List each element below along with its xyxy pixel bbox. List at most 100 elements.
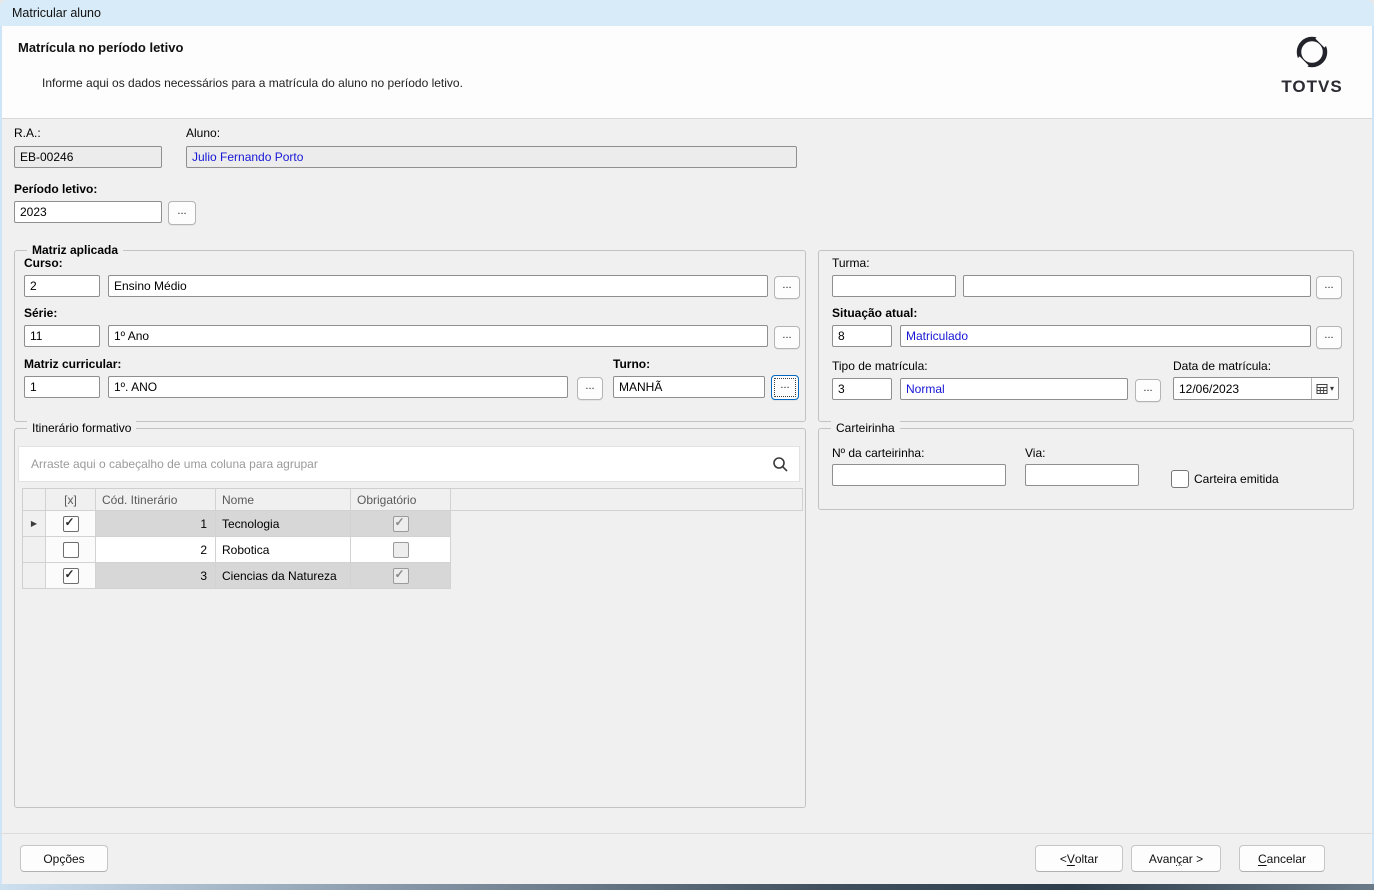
cancelar-button[interactable]: Cancelar <box>1239 845 1325 872</box>
column-header-obrigatorio[interactable]: Obrigatório <box>351 488 451 511</box>
turma-code-field[interactable] <box>832 275 956 297</box>
tipo-code-field[interactable] <box>832 378 892 400</box>
row-select-checkbox[interactable] <box>63 516 79 532</box>
periodo-lookup-button[interactable]: ... <box>168 201 196 225</box>
situacao-lookup-button[interactable]: ... <box>1316 326 1342 349</box>
row-select-checkbox[interactable] <box>63 542 79 558</box>
carteira-emitida-label: Carteira emitida <box>1194 472 1279 486</box>
footer-divider <box>0 833 1374 834</box>
itinerario-groupbox: Itinerário formativo <box>14 428 806 808</box>
voltar-button[interactable]: < Voltar <box>1035 845 1123 872</box>
window-titlebar[interactable]: Matricular aluno <box>0 0 1374 26</box>
obrigatorio-cell <box>351 563 451 589</box>
data-matricula-field[interactable]: 12/06/2023 ▾ <box>1173 377 1339 400</box>
via-label: Via: <box>1025 446 1045 460</box>
itinerario-title: Itinerário formativo <box>27 421 136 435</box>
row-indicator-cell <box>22 563 46 589</box>
matriz-aplicada-title: Matriz aplicada <box>27 243 123 257</box>
situacao-code-field[interactable] <box>832 325 892 347</box>
situacao-label: Situação atual: <box>832 306 917 320</box>
obrigatorio-cell <box>351 511 451 537</box>
search-icon[interactable] <box>772 456 789 473</box>
serie-label: Série: <box>24 306 57 320</box>
table-row[interactable]: 3 Ciencias da Natureza <box>22 563 803 589</box>
turma-lookup-button[interactable]: ... <box>1316 276 1342 299</box>
nome-cell: Robotica <box>216 537 351 563</box>
obrigatorio-cell <box>351 537 451 563</box>
data-matricula-label: Data de matrícula: <box>1173 359 1271 373</box>
dropdown-arrow-icon: ▾ <box>1330 384 1334 393</box>
grid-header-row: [x] Cód. Itinerário Nome Obrigatório <box>22 488 803 511</box>
obrigatorio-checkbox <box>393 568 409 584</box>
calendar-icon <box>1316 383 1328 395</box>
header-band: Matrícula no período letivo Informe aqui… <box>2 26 1372 119</box>
codigo-cell: 3 <box>96 563 216 589</box>
tipo-lookup-button[interactable]: ... <box>1135 379 1161 402</box>
matricular-aluno-window: Matricular aluno Matrícula no período le… <box>0 0 1374 890</box>
totvs-logo: TOTVS <box>1270 34 1354 97</box>
page-subtitle: Informe aqui os dados necessários para a… <box>42 76 463 90</box>
nome-cell: Tecnologia <box>216 511 351 537</box>
row-select-checkbox[interactable] <box>63 568 79 584</box>
serie-lookup-button[interactable]: ... <box>774 326 800 349</box>
grid-header-filler <box>451 488 803 511</box>
window-bottom-edge <box>0 884 1374 890</box>
grid-groupby-bar[interactable]: Arraste aqui o cabeçalho de uma coluna p… <box>18 446 800 482</box>
ra-field[interactable] <box>14 146 162 168</box>
grid-indicator-header <box>22 488 46 511</box>
periodo-letivo-field[interactable] <box>14 201 162 223</box>
curso-code-field[interactable] <box>24 275 100 297</box>
codigo-cell: 2 <box>96 537 216 563</box>
row-indicator-cell <box>22 537 46 563</box>
obrigatorio-checkbox <box>393 542 409 558</box>
row-select-cell <box>46 537 96 563</box>
curso-lookup-button[interactable]: ... <box>774 276 800 299</box>
row-select-cell <box>46 563 96 589</box>
numero-carteirinha-field[interactable] <box>832 464 1006 486</box>
opcoes-button[interactable]: Opções <box>20 845 108 872</box>
column-header-codigo[interactable]: Cód. Itinerário <box>96 488 216 511</box>
codigo-cell: 1 <box>96 511 216 537</box>
ra-label: R.A.: <box>14 126 41 140</box>
totvs-logo-text: TOTVS <box>1270 77 1354 97</box>
matriz-lookup-button[interactable]: ... <box>577 377 603 400</box>
column-header-nome[interactable]: Nome <box>216 488 351 511</box>
turno-field[interactable] <box>613 376 765 398</box>
column-header-sel[interactable]: [x] <box>46 488 96 511</box>
carteirinha-title: Carteirinha <box>831 421 900 435</box>
tipo-matricula-label: Tipo de matrícula: <box>832 359 928 373</box>
row-select-cell <box>46 511 96 537</box>
current-row-arrow-icon: ▶ <box>31 519 37 528</box>
matriz-curricular-label: Matriz curricular: <box>24 357 121 371</box>
table-row[interactable]: ▶ 1 Tecnologia <box>22 511 803 537</box>
curso-name-field[interactable] <box>108 275 768 297</box>
tipo-name-field[interactable] <box>900 378 1128 400</box>
situacao-name-field[interactable] <box>900 325 1311 347</box>
periodo-letivo-label: Período letivo: <box>14 182 97 196</box>
matriz-code-field[interactable] <box>24 376 100 398</box>
turma-label: Turma: <box>832 256 870 270</box>
serie-code-field[interactable] <box>24 325 100 347</box>
turno-label: Turno: <box>613 357 650 371</box>
matriz-name-field[interactable] <box>108 376 568 398</box>
turma-name-field[interactable] <box>963 275 1311 297</box>
table-row[interactable]: 2 Robotica <box>22 537 803 563</box>
nome-cell: Ciencias da Natureza <box>216 563 351 589</box>
data-matricula-value: 12/06/2023 <box>1174 382 1311 396</box>
turno-lookup-button[interactable]: ... <box>771 375 799 400</box>
numero-carteirinha-label: Nº da carteirinha: <box>832 446 924 460</box>
date-dropdown-button[interactable]: ▾ <box>1311 378 1338 399</box>
page-title: Matrícula no período letivo <box>18 40 183 55</box>
window-title: Matricular aluno <box>12 6 101 20</box>
avancar-button[interactable]: Avançar > <box>1131 845 1221 872</box>
carteira-emitida-checkbox[interactable] <box>1171 470 1189 488</box>
via-field[interactable] <box>1025 464 1139 486</box>
curso-label: Curso: <box>24 256 63 270</box>
obrigatorio-checkbox <box>393 516 409 532</box>
groupby-hint: Arraste aqui o cabeçalho de uma coluna p… <box>31 457 318 471</box>
itinerario-grid: [x] Cód. Itinerário Nome Obrigatório ▶ 1… <box>22 488 803 589</box>
row-indicator-cell: ▶ <box>22 511 46 537</box>
opcoes-button-label: Opções <box>43 852 84 866</box>
aluno-field[interactable] <box>186 146 797 168</box>
serie-name-field[interactable] <box>108 325 768 347</box>
